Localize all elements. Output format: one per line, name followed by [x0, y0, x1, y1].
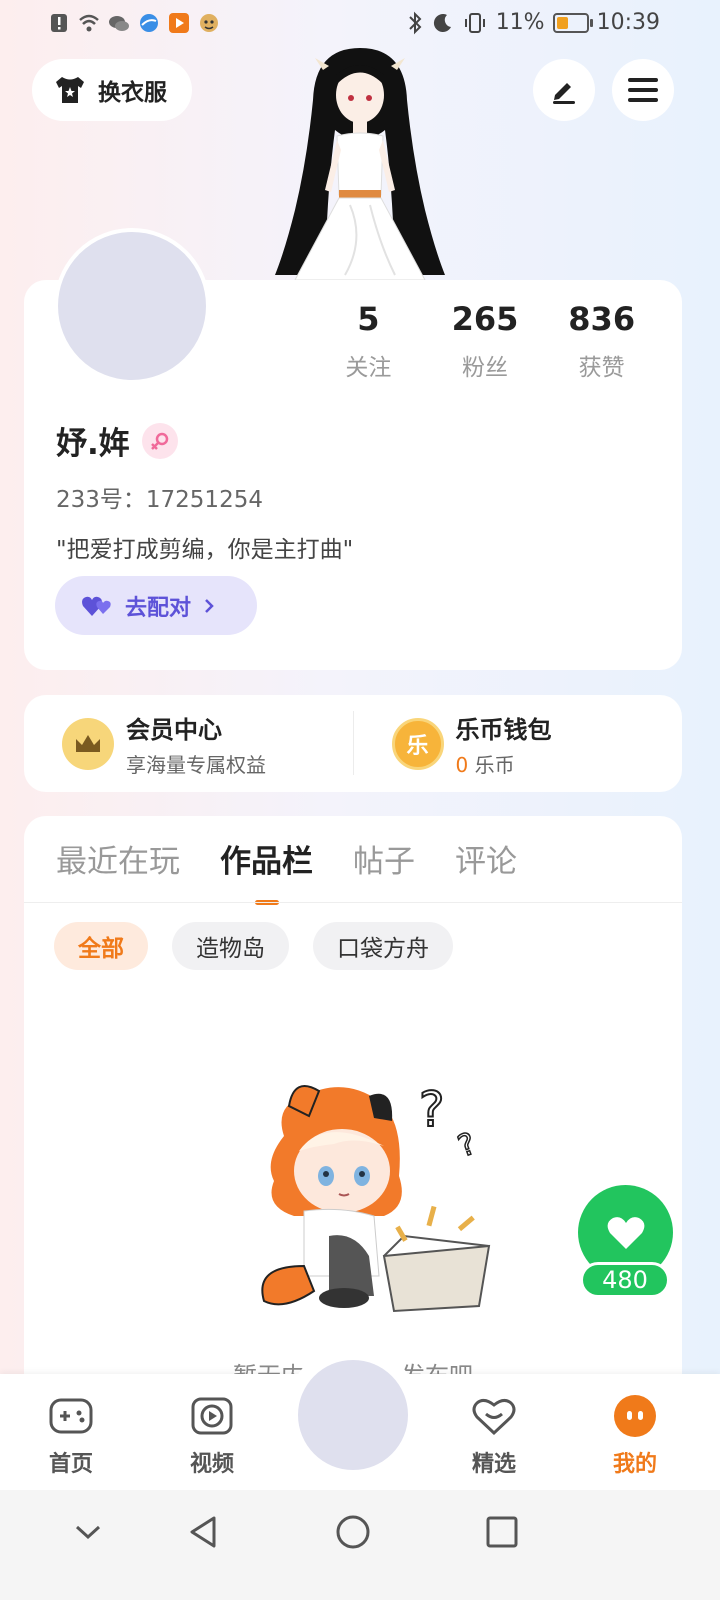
likes-stat[interactable]: 836 获赞 — [543, 300, 660, 382]
home-circle-icon[interactable] — [333, 1512, 373, 1552]
like-count: 480 — [580, 1262, 670, 1298]
alert-icon — [51, 14, 67, 32]
monkey-app-icon — [200, 14, 218, 32]
vibrate-icon — [464, 12, 485, 33]
match-button[interactable]: 去配对 — [55, 576, 257, 635]
coin-amount: 0 — [455, 752, 469, 777]
works-section: 最近在玩 作品栏 帖子 评论 全部 造物岛 口袋方舟 ? ? — [24, 816, 682, 1416]
followers-stat[interactable]: 265 粉丝 — [427, 300, 544, 382]
wechat-icon — [109, 16, 129, 31]
empty-state-illustration: ? ? — [261, 1081, 491, 1313]
svg-text:?: ? — [419, 1082, 444, 1138]
coin-balance: 0 乐币 — [456, 749, 552, 778]
svg-text:?: ? — [453, 1126, 480, 1164]
avatar-character-figure[interactable] — [255, 40, 465, 280]
hamburger-menu-icon — [628, 78, 658, 102]
center-avatar-button[interactable] — [298, 1360, 408, 1470]
female-icon — [141, 422, 178, 459]
tab-recently-played[interactable]: 最近在玩 — [56, 836, 180, 905]
nav-home[interactable]: 首页 — [26, 1392, 116, 1478]
change-outfit-button[interactable]: 换衣服 — [32, 59, 192, 121]
wifi-icon — [79, 14, 99, 32]
profile-stats: 5 关注 265 粉丝 836 获赞 — [310, 300, 660, 382]
video-play-icon — [188, 1392, 236, 1440]
chevron-right-icon — [205, 598, 214, 613]
status-time: 10:39 — [596, 10, 660, 35]
likes-received-label: 获赞 — [578, 355, 625, 381]
double-heart-icon — [82, 596, 111, 616]
change-outfit-label: 换衣服 — [98, 80, 167, 106]
battery-icon — [552, 12, 593, 33]
chip-all[interactable]: 全部 — [54, 922, 148, 970]
tab-divider — [24, 902, 682, 903]
member-center-title: 会员中心 — [126, 715, 222, 744]
nav-home-label: 首页 — [48, 1452, 93, 1477]
moon-icon — [433, 13, 451, 32]
tab-comments[interactable]: 评论 — [455, 836, 517, 905]
system-navigation-bar — [0, 1490, 720, 1600]
back-triangle-icon[interactable] — [183, 1512, 223, 1552]
filter-chips: 全部 造物岛 口袋方舟 — [54, 922, 453, 970]
username-row: 妤.姩 — [56, 418, 178, 463]
likes-received-count: 836 — [568, 300, 636, 338]
bluetooth-icon — [408, 11, 422, 34]
status-system-icons: 11% 10:39 — [406, 10, 660, 35]
chip-pocket-ark[interactable]: 口袋方舟 — [313, 922, 453, 970]
member-center-entry[interactable]: 会员中心 享海量专属权益 — [24, 695, 353, 792]
me-face-icon — [611, 1392, 659, 1440]
username: 妤.姩 — [56, 426, 130, 462]
member-wallet-card: 会员中心 享海量专属权益 乐 乐币钱包 0 乐币 — [24, 695, 682, 792]
coin-icon: 乐 — [391, 717, 444, 770]
member-center-subtitle: 享海量专属权益 — [126, 752, 266, 777]
nav-featured-label: 精选 — [471, 1452, 516, 1477]
following-stat[interactable]: 5 关注 — [310, 300, 427, 382]
user-bio: "把爱打成剪编，你是主打曲" — [56, 537, 354, 563]
gamepad-icon — [47, 1392, 95, 1440]
match-label: 去配对 — [125, 595, 192, 621]
heart-icon — [607, 1216, 644, 1249]
edit-profile-button[interactable] — [533, 59, 595, 121]
browser-icon — [140, 14, 158, 32]
menu-button[interactable] — [612, 59, 674, 121]
nav-featured[interactable]: 精选 — [449, 1392, 539, 1478]
content-tabs: 最近在玩 作品栏 帖子 评论 — [56, 836, 517, 905]
following-label: 关注 — [345, 355, 392, 381]
heart-box-icon — [470, 1392, 518, 1440]
video-app-icon — [169, 13, 189, 33]
tshirt-icon — [56, 77, 84, 103]
following-count: 5 — [357, 300, 380, 338]
chevron-down-icon[interactable] — [68, 1512, 108, 1552]
coin-wallet-entry[interactable]: 乐 乐币钱包 0 乐币 — [354, 695, 683, 792]
tab-works[interactable]: 作品栏 — [220, 836, 313, 905]
coin-unit: 乐币 — [474, 752, 515, 777]
nav-me-label: 我的 — [612, 1452, 657, 1477]
battery-percent: 11% — [495, 10, 545, 35]
pen-icon — [553, 83, 575, 104]
followers-label: 粉丝 — [462, 355, 508, 381]
coin-icon-char: 乐 — [406, 733, 429, 759]
user-avatar[interactable] — [54, 228, 210, 384]
chip-creation-island[interactable]: 造物岛 — [172, 922, 289, 970]
recents-square-icon[interactable] — [482, 1512, 522, 1552]
coin-wallet-title: 乐币钱包 — [455, 715, 552, 744]
followers-count: 265 — [451, 300, 519, 338]
user-id: 233号：17251254 — [56, 487, 263, 513]
crown-icon — [62, 717, 114, 770]
nav-video-label: 视频 — [189, 1452, 234, 1477]
tab-posts[interactable]: 帖子 — [353, 836, 415, 905]
status-notification-icons — [48, 12, 220, 34]
nav-me[interactable]: 我的 — [590, 1392, 680, 1478]
nav-video[interactable]: 视频 — [167, 1392, 257, 1478]
